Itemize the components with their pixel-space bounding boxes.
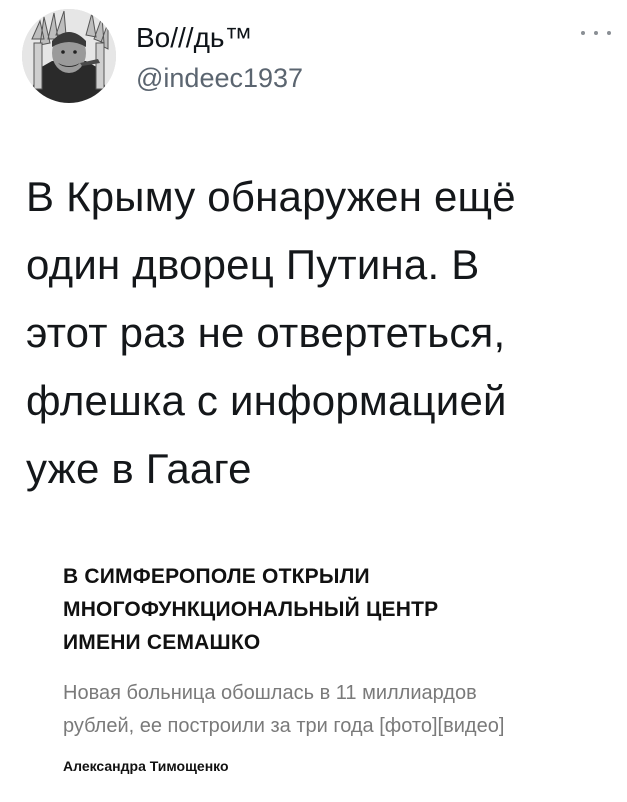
avatar[interactable]: [22, 9, 116, 103]
embedded-article-screenshot[interactable]: В СИМФЕРОПОЛЕ ОТКРЫЛИ МНОГОФУНКЦИОНАЛЬНЫ…: [0, 540, 627, 802]
article-lead-line: рублей, ее построили за три года [фото][…: [63, 715, 505, 737]
tweet-text-line: этот раз не отвертеться,: [26, 309, 506, 356]
article-title: В СИМФЕРОПОЛЕ ОТКРЫЛИ МНОГОФУНКЦИОНАЛЬНЫ…: [63, 560, 583, 659]
article-title-line: ИМЕНИ СЕМАШКО: [63, 631, 261, 654]
article-title-line: МНОГОФУНКЦИОНАЛЬНЫЙ ЦЕНТР: [63, 598, 439, 621]
article-title-line: В СИМФЕРОПОЛЕ ОТКРЫЛИ: [63, 565, 370, 588]
author-name[interactable]: Во///дь™: [136, 22, 253, 54]
tweet-text-line: флешка с информацией: [26, 377, 507, 424]
article-lead-line: Новая больница обошлась в 11 миллиардов: [63, 682, 477, 704]
article-author: Александра Тимощенко: [63, 758, 229, 774]
tweet-text-line: В Крыму обнаружен ещё: [26, 173, 516, 220]
tweet-text-line: один дворец Путина. В: [26, 241, 480, 288]
tweet-text: В Крыму обнаружен ещё один дворец Путина…: [26, 163, 611, 503]
avatar-portrait-icon: [22, 9, 116, 103]
more-horizontal-icon: [581, 31, 585, 35]
article-lead: Новая больница обошлась в 11 миллиардов …: [63, 677, 583, 743]
tweet-header: Во///дь™ @indeec1937: [0, 0, 627, 110]
more-horizontal-icon: [607, 31, 611, 35]
author-handle[interactable]: @indeec1937: [136, 62, 303, 94]
tweet-text-line: уже в Гааге: [26, 445, 252, 492]
more-horizontal-icon: [594, 31, 598, 35]
more-options-button[interactable]: [581, 24, 611, 42]
